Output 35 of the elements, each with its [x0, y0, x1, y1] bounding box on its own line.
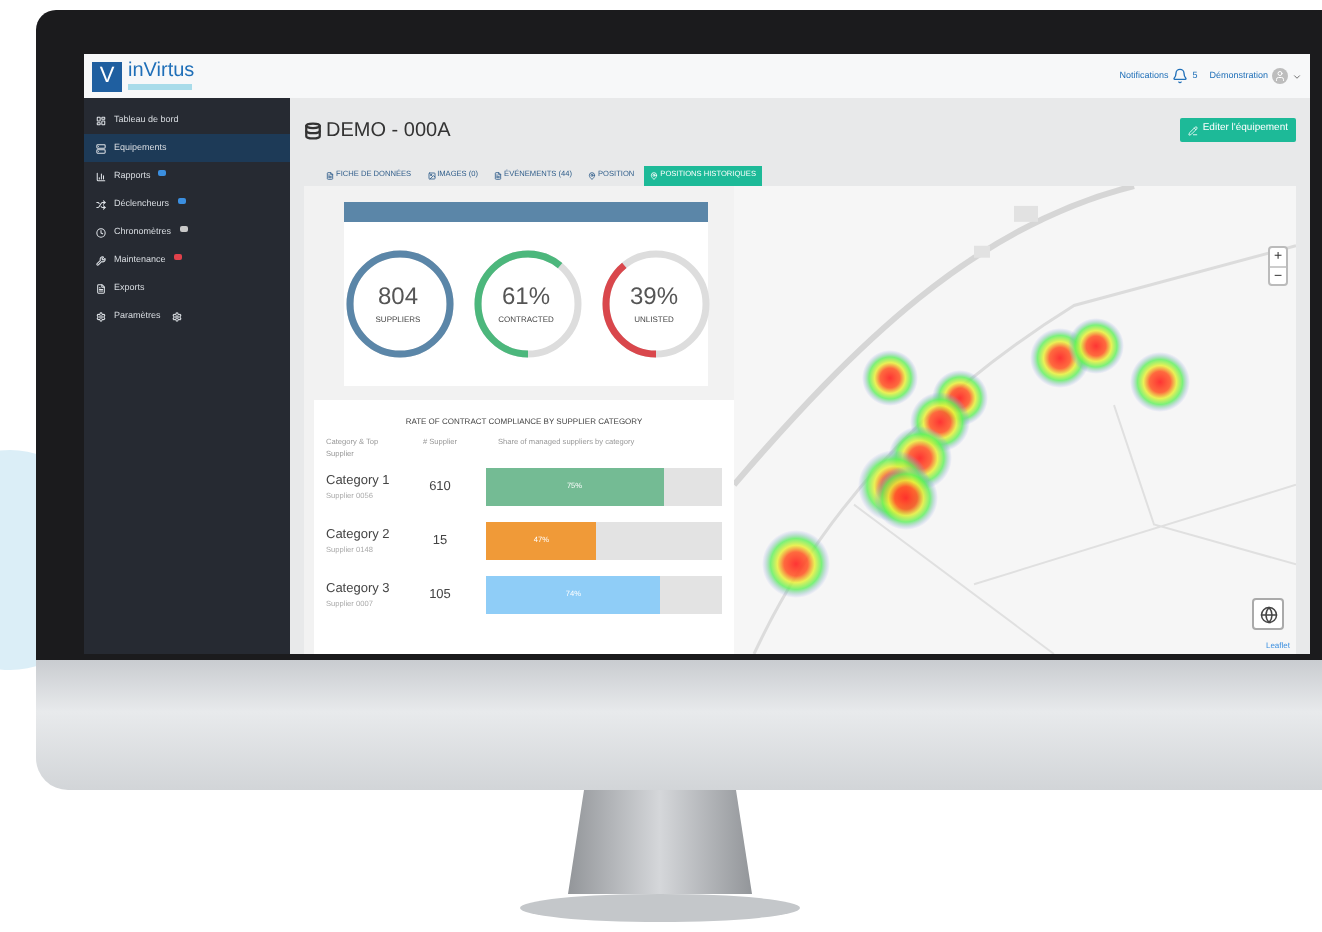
globe-icon: [1259, 605, 1277, 623]
caret-icon: [1292, 71, 1302, 81]
bar-chart-icon: [96, 171, 106, 181]
document-icon: [326, 172, 334, 180]
bell-icon[interactable]: [1172, 68, 1189, 84]
server-icon: [96, 143, 106, 153]
heat-spot: [762, 530, 830, 598]
heat-spot: [862, 350, 918, 406]
clock-icon: [96, 227, 106, 237]
logo-mark: V: [92, 61, 122, 91]
heat-spot: [874, 466, 938, 530]
donut-value: 61%: [501, 284, 551, 308]
heat-spot: [1130, 352, 1190, 412]
logo-name: inVirtus: [128, 62, 195, 82]
heat-spot: [1068, 318, 1124, 374]
donut-ring: [600, 248, 712, 360]
database-icon: [304, 121, 322, 139]
map-pin-icon: [650, 172, 659, 180]
image-icon: [427, 172, 436, 180]
layers-button[interactable]: [1252, 598, 1284, 630]
edit-icon: [1188, 125, 1199, 135]
donut-ring: [472, 248, 584, 360]
document-icon: [494, 172, 503, 180]
wrench-icon: [96, 255, 106, 265]
donut-ring: [344, 248, 456, 360]
document-icon: [96, 283, 106, 293]
settings-icon: [96, 311, 106, 321]
page-title: DEMO - 000A: [326, 117, 451, 145]
dashboard-icon: [96, 115, 106, 125]
donut-value: 39%: [629, 284, 679, 308]
logo-tagline-bar: [128, 84, 192, 90]
shuffle-icon: [96, 199, 106, 209]
donut-value: 804: [377, 284, 419, 308]
avatar-icon: [1272, 68, 1288, 84]
map-pin-icon: [588, 172, 596, 180]
